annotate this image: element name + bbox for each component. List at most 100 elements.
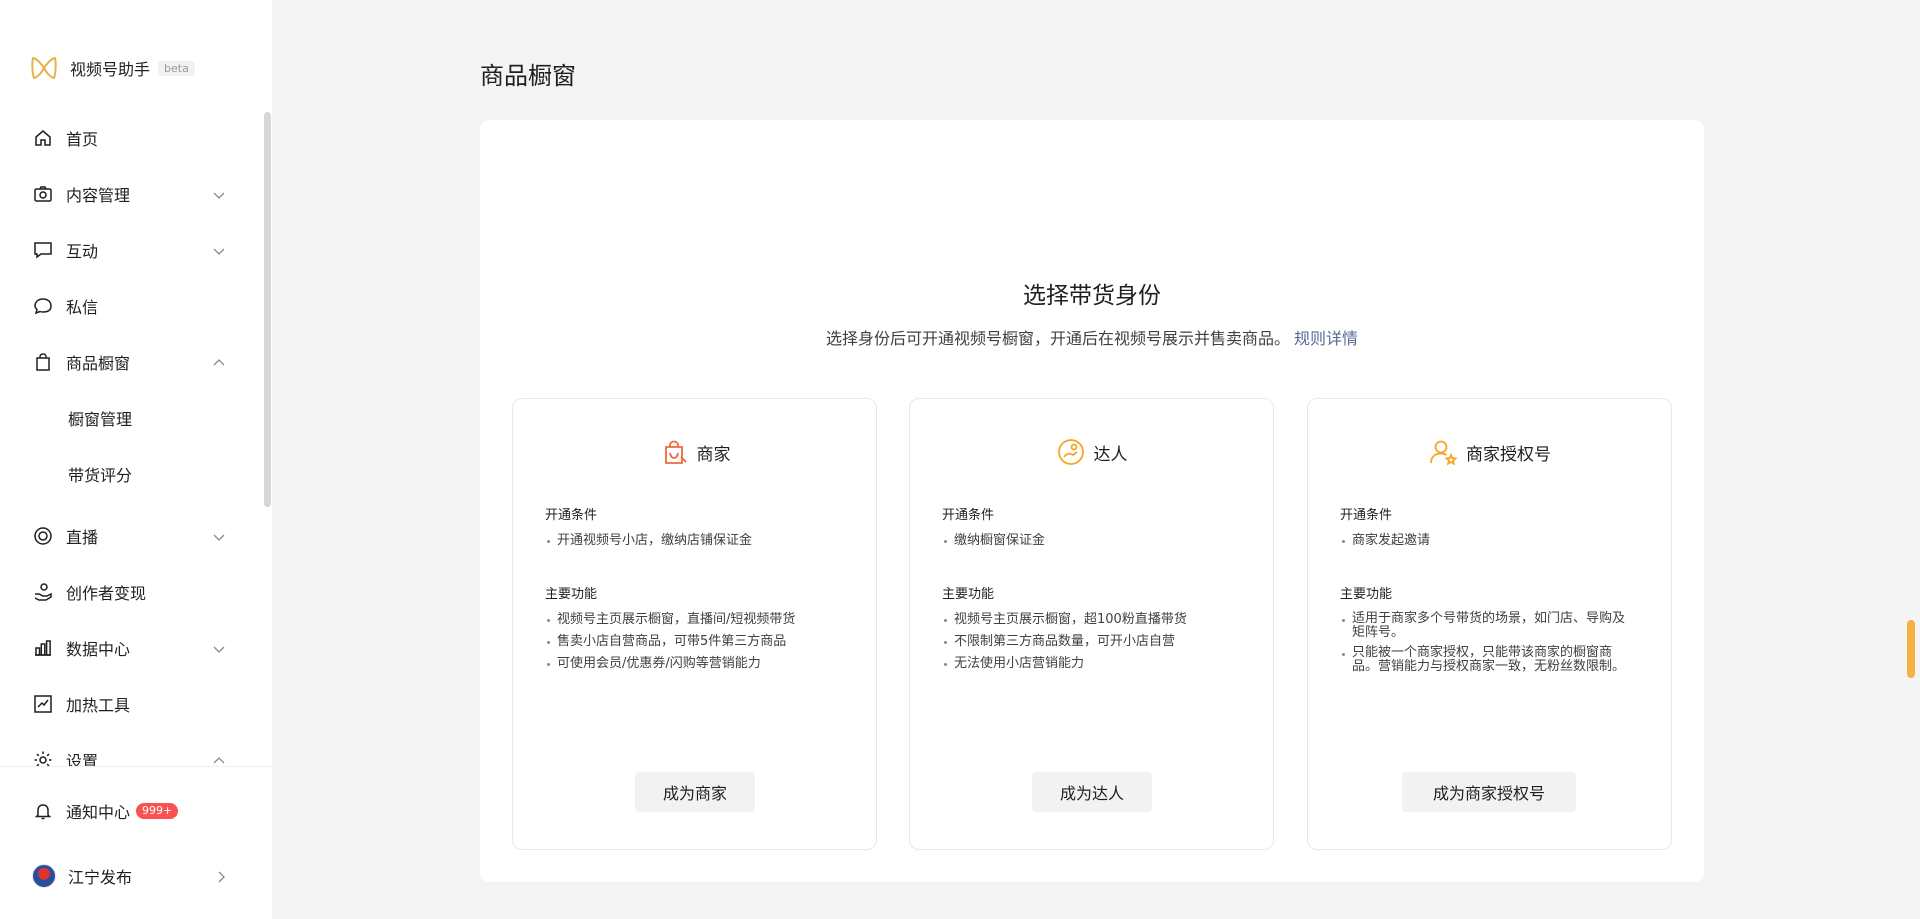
list-item: 可使用会员/优惠券/闪购等营销能力: [545, 656, 845, 672]
sidebar-item-showcase[interactable]: 商品橱窗: [0, 334, 262, 390]
authorized-account-card: 商家授权号 开通条件 商家发起邀请 主要功能 适用于商家多个号带货的场景，如门店…: [1307, 398, 1672, 850]
chevron-up-icon: [212, 355, 226, 369]
sidebar-item-interaction[interactable]: 互动: [0, 222, 262, 278]
sidebar-item-label: 数据中心: [66, 640, 131, 659]
shopping-bag-icon: [32, 351, 54, 373]
notification-badge: 999+: [136, 803, 179, 819]
sidebar-item-live[interactable]: 直播: [0, 508, 262, 564]
sidebar-item-label: 橱窗管理: [68, 410, 133, 429]
account-switcher[interactable]: 江宁发布: [0, 854, 272, 898]
sidebar-divider: [0, 766, 272, 767]
sidebar-item-label: 互动: [66, 242, 99, 261]
notification-center[interactable]: 通知中心 999+: [0, 789, 272, 833]
list-item: 商家发起邀请: [1340, 533, 1640, 549]
sidebar-item-label: 私信: [66, 298, 99, 317]
sidebar-item-label: 直播: [66, 528, 99, 547]
card-title: 商家授权号: [1466, 444, 1551, 465]
sidebar-item-label: 加热工具: [66, 696, 131, 715]
conditions-list: 商家发起邀请: [1340, 533, 1640, 555]
features-list: 视频号主页展示橱窗，直播间/短视频带货 售卖小店自营商品，可带5件第三方商品 可…: [545, 612, 845, 678]
merchant-card: 商家 开通条件 开通视频号小店，缴纳店铺保证金 主要功能 视频号主页展示橱窗，直…: [512, 398, 877, 850]
list-item: 不限制第三方商品数量，可开小店自营: [942, 634, 1242, 650]
list-item: 只能被一个商家授权，只能带该商家的橱窗商品。营销能力与授权商家一致，无粉丝数限制…: [1340, 646, 1635, 674]
trend-icon: [32, 693, 54, 715]
sidebar-item-content[interactable]: 内容管理: [0, 166, 262, 222]
card-header: 达人: [910, 437, 1273, 467]
chevron-down-icon: [212, 187, 226, 201]
home-icon: [32, 127, 54, 149]
identity-selection-panel: 选择带货身份 选择身份后可开通视频号橱窗，开通后在视频号展示并售卖商品。 规则详情…: [480, 120, 1704, 882]
bar-chart-icon: [32, 637, 54, 659]
chevron-down-icon: [212, 641, 226, 655]
sidebar-item-label: 带货评分: [68, 466, 133, 485]
selection-heading: 选择带货身份: [1023, 283, 1161, 309]
page-title: 商品橱窗: [480, 62, 576, 90]
bell-icon: [32, 800, 54, 822]
channels-logo-icon: [31, 56, 57, 80]
camera-icon: [32, 183, 54, 205]
features-label: 主要功能: [942, 587, 995, 602]
list-item: 售卖小店自营商品，可带5件第三方商品: [545, 634, 845, 650]
become-influencer-button[interactable]: 成为达人: [1032, 772, 1152, 812]
conditions-label: 开通条件: [942, 508, 995, 523]
selection-description: 选择身份后可开通视频号橱窗，开通后在视频号展示并售卖商品。 规则详情: [480, 325, 1704, 349]
list-item: 缴纳橱窗保证金: [942, 533, 1242, 549]
list-item: 视频号主页展示橱窗，直播间/短视频带货: [545, 612, 845, 628]
chat-bubble-icon: [32, 295, 54, 317]
gear-icon: [32, 749, 54, 766]
sidebar: 视频号助手 beta 首页 内容管理 互动 私信 商品橱窗 橱窗管理 带货评分 …: [0, 0, 272, 919]
hand-coin-icon: [32, 581, 54, 603]
rule-details-link[interactable]: 规则详情: [1294, 329, 1358, 348]
sidebar-item-label: 首页: [66, 130, 99, 149]
authorized-user-icon: [1428, 437, 1458, 467]
card-title: 商家: [696, 444, 731, 465]
account-name: 江宁发布: [68, 868, 133, 887]
sidebar-item-messages[interactable]: 私信: [0, 278, 262, 334]
brand-name: 视频号助手: [70, 60, 151, 79]
sidebar-item-showcase-manage[interactable]: 橱窗管理: [0, 390, 262, 446]
beta-badge: beta: [158, 60, 195, 76]
become-authorized-account-button[interactable]: 成为商家授权号: [1402, 772, 1576, 812]
page-scrollbar[interactable]: [1907, 620, 1915, 678]
card-title: 达人: [1093, 444, 1128, 465]
features-label: 主要功能: [545, 587, 598, 602]
sidebar-scrollbar[interactable]: [264, 112, 271, 507]
chevron-down-icon: [212, 243, 226, 257]
features-label: 主要功能: [1340, 587, 1393, 602]
influencer-icon: [1056, 437, 1086, 467]
sidebar-item-boost[interactable]: 加热工具: [0, 676, 262, 732]
conditions-label: 开通条件: [1340, 508, 1393, 523]
brand[interactable]: 视频号助手 beta: [30, 55, 195, 81]
sidebar-item-home[interactable]: 首页: [0, 110, 262, 166]
list-item: 适用于商家多个号带货的场景，如门店、导购及矩阵号。: [1340, 612, 1635, 640]
sidebar-item-settings[interactable]: 设置: [0, 732, 262, 766]
features-list: 适用于商家多个号带货的场景，如门店、导购及矩阵号。 只能被一个商家授权，只能带该…: [1340, 612, 1635, 680]
sidebar-item-label: 商品橱窗: [66, 354, 131, 373]
sidebar-item-label: 内容管理: [66, 186, 131, 205]
avatar: [32, 864, 56, 888]
conditions-list: 开通视频号小店，缴纳店铺保证金: [545, 533, 845, 555]
notification-label: 通知中心: [66, 803, 131, 822]
sidebar-nav[interactable]: 首页 内容管理 互动 私信 商品橱窗 橱窗管理 带货评分 直播 创作者变现 数据…: [0, 110, 262, 766]
description-text: 选择身份后可开通视频号橱窗，开通后在视频号展示并售卖商品。: [825, 329, 1290, 348]
sidebar-item-label: 设置: [66, 752, 99, 766]
conditions-label: 开通条件: [545, 508, 598, 523]
list-item: 视频号主页展示橱窗，超100粉直播带货: [942, 612, 1242, 628]
chevron-right-icon: [214, 869, 228, 883]
live-icon: [32, 525, 54, 547]
list-item: 无法使用小店营销能力: [942, 656, 1242, 672]
sidebar-item-monetize[interactable]: 创作者变现: [0, 564, 262, 620]
become-merchant-button[interactable]: 成为商家: [635, 772, 755, 812]
influencer-card: 达人 开通条件 缴纳橱窗保证金 主要功能 视频号主页展示橱窗，超100粉直播带货…: [909, 398, 1274, 850]
list-item: 开通视频号小店，缴纳店铺保证金: [545, 533, 845, 549]
chevron-down-icon: [212, 529, 226, 543]
shop-bag-icon: [659, 437, 689, 467]
card-header: 商家授权号: [1308, 437, 1671, 467]
comment-icon: [32, 239, 54, 261]
card-header: 商家: [513, 437, 876, 467]
sidebar-item-sales-score[interactable]: 带货评分: [0, 446, 262, 502]
chevron-up-icon: [212, 753, 226, 766]
sidebar-item-data[interactable]: 数据中心: [0, 620, 262, 676]
conditions-list: 缴纳橱窗保证金: [942, 533, 1242, 555]
features-list: 视频号主页展示橱窗，超100粉直播带货 不限制第三方商品数量，可开小店自营 无法…: [942, 612, 1242, 678]
